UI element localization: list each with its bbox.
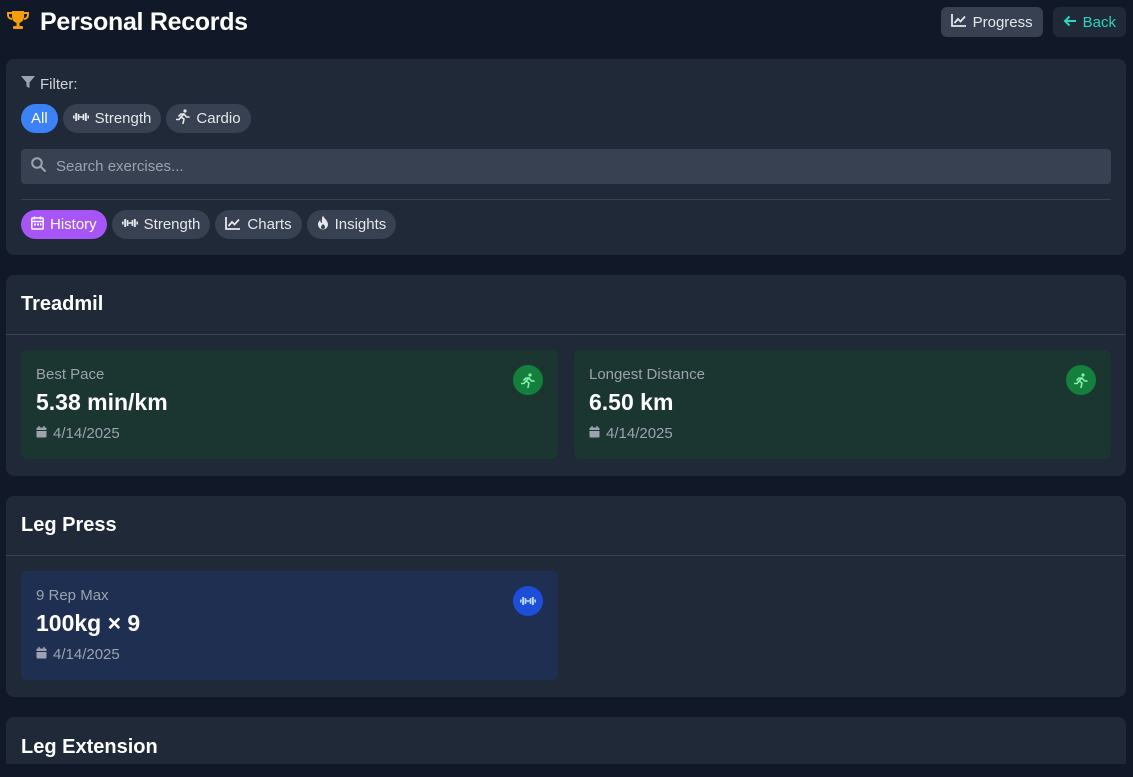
progress-button[interactable]: Progress xyxy=(940,7,1043,37)
filter-divider xyxy=(21,199,1111,200)
tab-label: History xyxy=(50,216,97,233)
record-card-best-pace[interactable]: Best Pace 5.38 min/km 4/14/2025 xyxy=(21,350,558,459)
filter-panel: Filter: All Strength Cardio Search exerc… xyxy=(6,59,1126,255)
running-icon xyxy=(176,109,191,128)
exercise-card-leg-extension: Leg Extension xyxy=(6,717,1126,764)
tab-label: Strength xyxy=(143,216,201,233)
tab-insights[interactable]: Insights xyxy=(306,210,397,239)
filter-chip-all[interactable]: All xyxy=(21,104,58,133)
filter-chip-label: Strength xyxy=(94,110,152,127)
tab-history[interactable]: History xyxy=(21,210,107,239)
calendar-icon xyxy=(36,425,47,442)
record-date: 4/14/2025 xyxy=(589,425,1096,442)
back-button-label: Back xyxy=(1082,13,1116,31)
chart-line-icon xyxy=(950,13,967,31)
record-value: 100kg × 9 xyxy=(36,610,141,636)
record-date: 4/14/2025 xyxy=(36,646,543,663)
dumbbell-icon xyxy=(121,216,138,233)
tab-label: Insights xyxy=(334,216,387,233)
fire-icon xyxy=(317,215,329,234)
view-tabs: History Strength Charts Insights xyxy=(21,210,1111,239)
record-label: Best Pace xyxy=(36,366,105,383)
record-label: 9 Rep Max xyxy=(36,587,109,604)
tab-charts[interactable]: Charts xyxy=(215,210,302,239)
exercise-title: Leg Extension xyxy=(21,735,158,758)
search-bar xyxy=(21,149,1111,184)
filter-label: Filter: xyxy=(40,75,78,93)
record-card-longest-distance[interactable]: Longest Distance 6.50 km 4/14/2025 xyxy=(574,350,1111,459)
tab-label: Charts xyxy=(247,216,292,233)
calendar-icon xyxy=(589,425,600,442)
exercise-card-treadmil: Treadmil Best Pace 5.38 min/km 4/14/2025 xyxy=(6,275,1126,476)
header-actions: Progress Back xyxy=(940,7,1126,37)
filter-chip-label: Cardio xyxy=(196,110,241,127)
record-list: Best Pace 5.38 min/km 4/14/2025 Longest … xyxy=(6,335,1126,474)
filter-icon xyxy=(21,75,35,93)
exercise-card-leg-press: Leg Press 9 Rep Max 100kg × 9 4/14/2025 xyxy=(6,496,1126,697)
record-value: 6.50 km xyxy=(589,389,674,415)
filter-chip-cardio[interactable]: Cardio xyxy=(166,104,251,133)
dumbbell-icon xyxy=(513,586,543,616)
arrow-left-icon xyxy=(1063,14,1077,31)
chart-line-icon xyxy=(225,216,241,234)
record-list: 9 Rep Max 100kg × 9 4/14/2025 xyxy=(6,556,1126,695)
search-icon xyxy=(31,156,46,177)
calendar-icon xyxy=(31,216,44,234)
record-date: 4/14/2025 xyxy=(36,425,543,442)
filter-heading: Filter: xyxy=(21,75,1111,93)
exercise-title: Treadmil xyxy=(6,275,1126,335)
title-wrap: Personal Records xyxy=(6,8,248,37)
running-icon xyxy=(1066,365,1096,395)
record-date-text: 4/14/2025 xyxy=(53,646,120,663)
dumbbell-icon xyxy=(72,110,89,127)
trophy-icon xyxy=(6,9,30,36)
calendar-icon xyxy=(36,646,47,663)
running-icon xyxy=(513,365,543,395)
exercise-title: Leg Press xyxy=(6,496,1126,556)
record-value: 5.38 min/km xyxy=(36,389,168,415)
search-input[interactable] xyxy=(56,158,1101,175)
back-button[interactable]: Back xyxy=(1052,7,1126,37)
filter-chip-strength[interactable]: Strength xyxy=(62,104,162,133)
record-card-rep-max[interactable]: 9 Rep Max 100kg × 9 4/14/2025 xyxy=(21,571,558,680)
progress-button-label: Progress xyxy=(972,13,1033,31)
record-date-text: 4/14/2025 xyxy=(606,425,673,442)
record-label: Longest Distance xyxy=(589,366,705,383)
page-header: Personal Records Progress Back xyxy=(0,0,1133,44)
page-title: Personal Records xyxy=(40,7,248,36)
record-date-text: 4/14/2025 xyxy=(53,425,120,442)
filter-chip-label: All xyxy=(31,110,48,127)
category-filter-chips: All Strength Cardio xyxy=(21,104,1111,133)
tab-strength[interactable]: Strength xyxy=(111,210,211,239)
